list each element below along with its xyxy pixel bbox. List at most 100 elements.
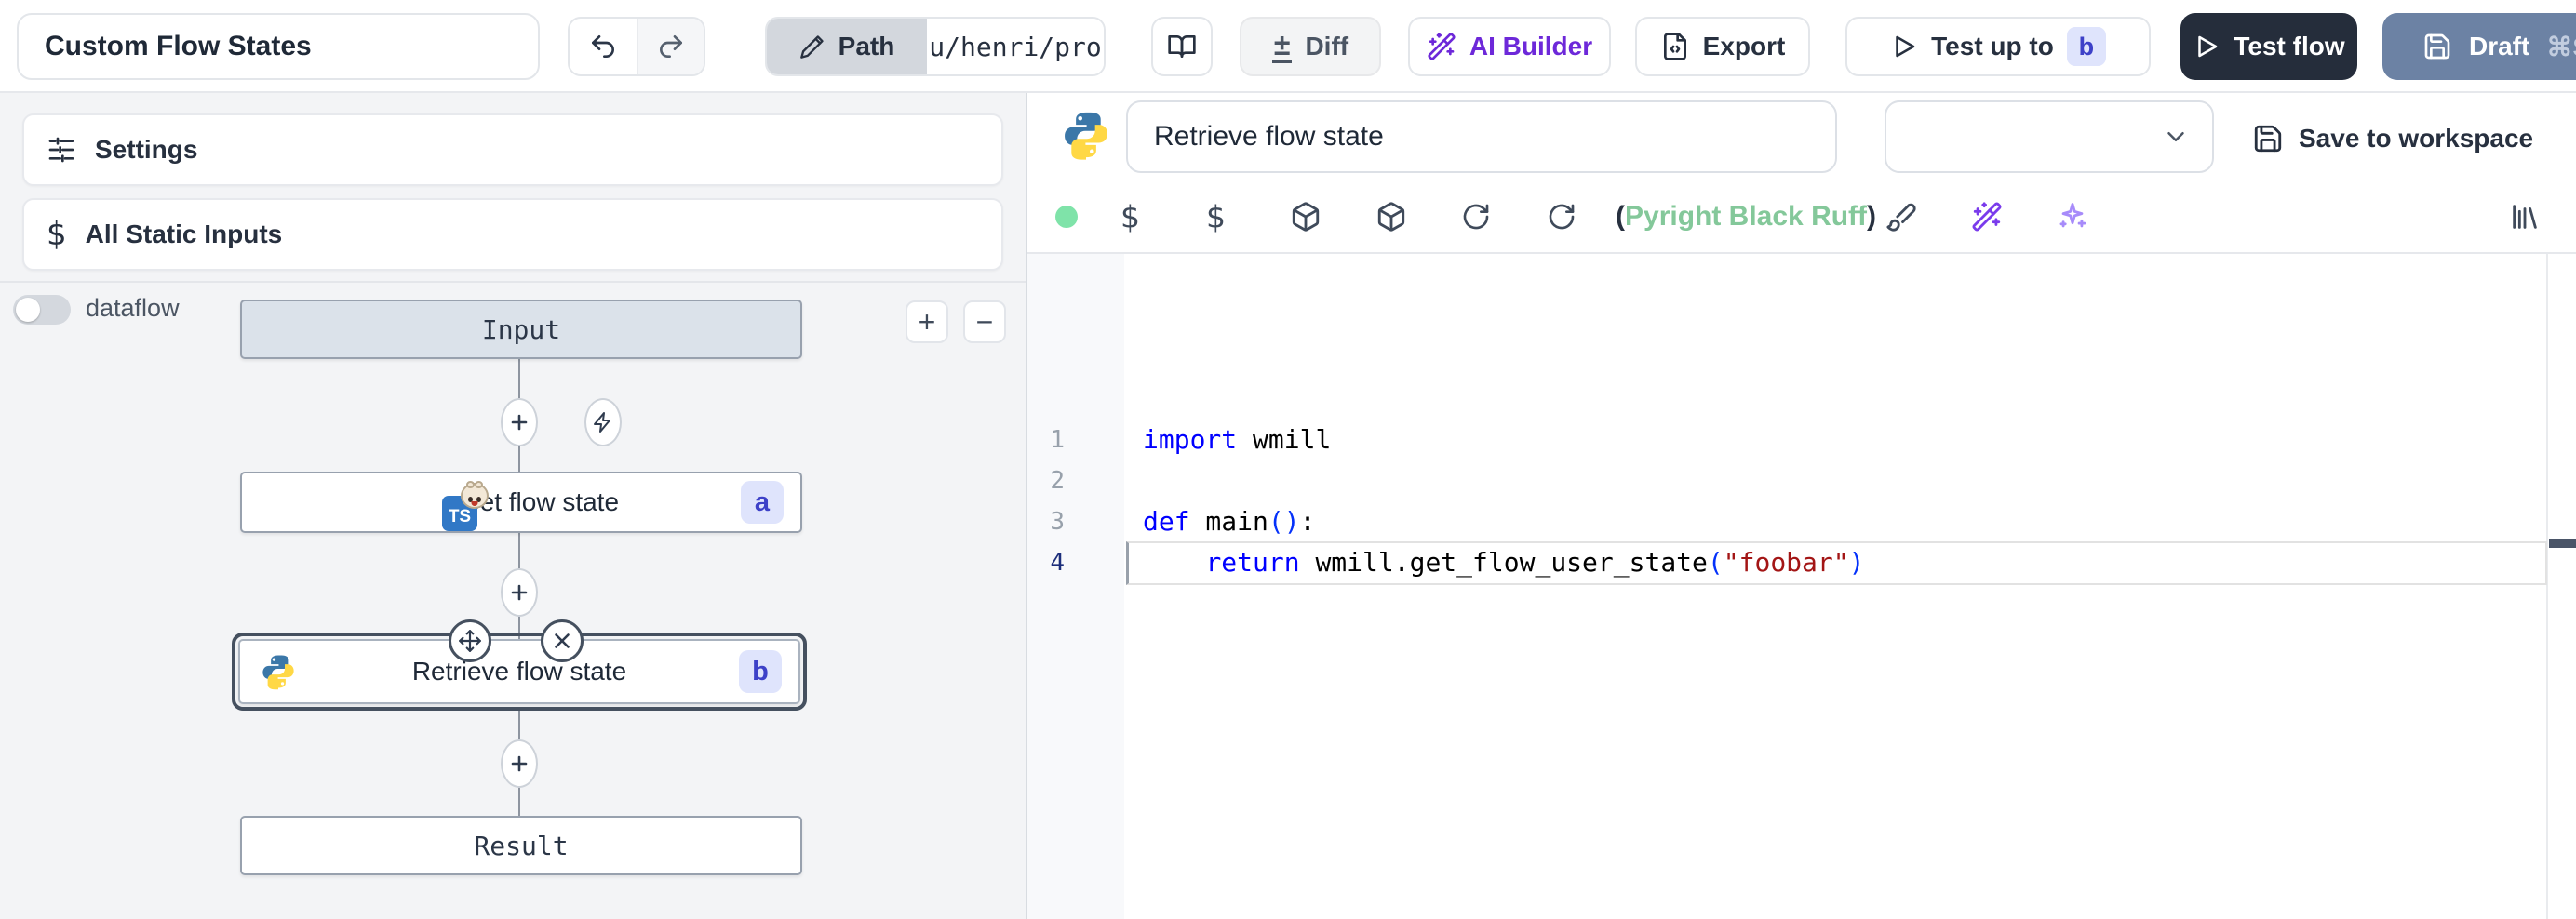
- all-static-inputs-item[interactable]: $ All Static Inputs: [22, 198, 1003, 271]
- path-label-segment: Path: [767, 19, 927, 74]
- path-button[interactable]: Path u/henri/pro: [765, 17, 1106, 76]
- test-up-to-button[interactable]: Test up to b: [1845, 17, 2151, 76]
- code-text: def main():: [1143, 501, 1315, 542]
- chevron-down-icon: [2162, 123, 2190, 151]
- all-static-inputs-label: All Static Inputs: [86, 220, 283, 249]
- flow-name-input[interactable]: Custom Flow States: [17, 13, 540, 80]
- book-open-icon: [1167, 32, 1197, 61]
- ai-builder-label: AI Builder: [1469, 32, 1592, 61]
- wand-sparkles-icon: [1427, 32, 1456, 61]
- redo-icon: [656, 32, 686, 61]
- flow-name-value: Custom Flow States: [45, 31, 312, 62]
- export-label: Export: [1703, 32, 1786, 61]
- draft-shortcut: ⌘S: [2546, 32, 2576, 62]
- diff-button[interactable]: ± Diff: [1240, 17, 1381, 76]
- plus-icon: [508, 411, 530, 433]
- undo-icon: [588, 32, 618, 61]
- code-editor[interactable]: 1import wmill23def main():4 return wmill…: [1027, 254, 2576, 919]
- reset-content-icon[interactable]: [1461, 202, 1491, 232]
- export-button[interactable]: Export: [1635, 17, 1810, 76]
- insert-trigger-button[interactable]: [584, 398, 622, 446]
- save-to-workspace-button[interactable]: Save to workspace: [2252, 113, 2533, 164]
- zoom-out-button[interactable]: −: [963, 300, 1006, 343]
- typescript-bun-icon: TS: [442, 492, 481, 531]
- pencil-icon: [799, 33, 825, 60]
- test-flow-button[interactable]: Test flow: [2180, 13, 2357, 80]
- flow-node-result[interactable]: Result: [240, 816, 802, 875]
- ai-edit-icon[interactable]: [1971, 201, 2003, 233]
- result-node-label: Result: [474, 831, 568, 861]
- flow-node-retrieve-flow-state[interactable]: Retrieve flow state b: [238, 639, 800, 704]
- step-title-input[interactable]: Retrieve flow state: [1126, 100, 1837, 173]
- overview-ruler[interactable]: [2546, 254, 2548, 919]
- step-id-badge-a: a: [741, 481, 784, 524]
- path-label: Path: [839, 32, 895, 61]
- line-number: 3: [1027, 501, 1065, 542]
- sliders-icon: [47, 135, 76, 165]
- undo-redo-group: [568, 17, 705, 76]
- library-icon[interactable]: [2509, 201, 2541, 233]
- step-id-badge-b: b: [739, 650, 782, 693]
- editor-gutter: [1027, 254, 1124, 919]
- retrieve-flow-state-label: Retrieve flow state: [412, 657, 626, 686]
- add-variable-icon[interactable]: $: [1120, 199, 1140, 235]
- dataflow-toggle[interactable]: [13, 295, 71, 325]
- code-line-4: 4 return wmill.get_flow_user_state("foob…: [1027, 542, 2446, 583]
- line-number: 1: [1027, 420, 1065, 460]
- flow-node-set-flow-state[interactable]: TS Set flow state a: [240, 472, 802, 533]
- save-to-workspace-label: Save to workspace: [2299, 124, 2533, 153]
- overview-ruler-cursor-mark: [2549, 539, 2576, 548]
- lightning-icon: [592, 411, 614, 433]
- flow-node-input[interactable]: Input: [240, 300, 802, 359]
- flow-graph-panel: Settings $ All Static Inputs dataflow + …: [0, 93, 1027, 919]
- settings-item[interactable]: Settings: [22, 113, 1003, 186]
- line-number: 4: [1027, 542, 1065, 583]
- test-flow-label: Test flow: [2234, 32, 2344, 61]
- python-icon: [259, 652, 298, 691]
- diff-label: Diff: [1305, 32, 1348, 61]
- draft-save-button[interactable]: Draft ⌘S: [2382, 13, 2576, 80]
- file-code-icon: [1660, 32, 1690, 61]
- save-icon: [2252, 123, 2284, 154]
- move-icon: [458, 629, 482, 653]
- python-icon: [1059, 108, 1113, 162]
- redo-button[interactable]: [637, 19, 704, 74]
- step-title-value: Retrieve flow state: [1154, 121, 1384, 153]
- toggle-knob: [16, 298, 40, 322]
- reload-icon[interactable]: [1547, 202, 1576, 232]
- code-text: import wmill: [1143, 420, 1331, 460]
- insert-step-button-1[interactable]: [501, 398, 538, 446]
- code-text: return wmill.get_flow_user_state("foobar…: [1143, 542, 1864, 583]
- undo-button[interactable]: [570, 19, 637, 74]
- top-toolbar: Custom Flow States Path u/henri/pro ± Di…: [0, 0, 2576, 93]
- canvas-divider: [0, 281, 1026, 283]
- add-resource-icon[interactable]: [1290, 201, 1322, 233]
- insert-step-button-3[interactable]: [501, 739, 538, 788]
- code-line-2: 2: [1027, 460, 2446, 501]
- code-line-1: 1 import wmill: [1027, 420, 2446, 460]
- lsp-status-dot: [1055, 206, 1078, 228]
- plus-icon: [508, 753, 530, 775]
- delete-step-button[interactable]: [541, 619, 584, 662]
- code-assistants-status: (Pyright Black Ruff): [1616, 201, 1876, 233]
- play-icon: [2193, 33, 2220, 60]
- format-code-icon[interactable]: [1885, 201, 1917, 233]
- move-step-handle[interactable]: [449, 619, 491, 662]
- zoom-in-button[interactable]: +: [906, 300, 948, 343]
- insert-step-button-2[interactable]: [501, 568, 538, 617]
- editor-toolbar: $ $ (Pyright Black Ruff): [1027, 181, 2576, 254]
- line-number: 2: [1027, 460, 1065, 501]
- input-node-label: Input: [482, 314, 560, 345]
- docs-button[interactable]: [1151, 17, 1213, 76]
- settings-label: Settings: [95, 135, 197, 165]
- ai-builder-button[interactable]: AI Builder: [1408, 17, 1611, 76]
- ai-sparkles-icon[interactable]: [2057, 201, 2088, 233]
- step-options-dropdown[interactable]: [1885, 100, 2214, 173]
- code-line-3: 3 def main():: [1027, 501, 2446, 542]
- dataflow-toggle-label: dataflow: [86, 294, 180, 323]
- contextual-variable-icon[interactable]: $: [1206, 199, 1226, 235]
- zoom-in-glyph: +: [919, 307, 936, 337]
- save-icon: [2422, 32, 2452, 61]
- resource-type-icon[interactable]: [1375, 201, 1407, 233]
- dollar-icon: $: [47, 216, 67, 253]
